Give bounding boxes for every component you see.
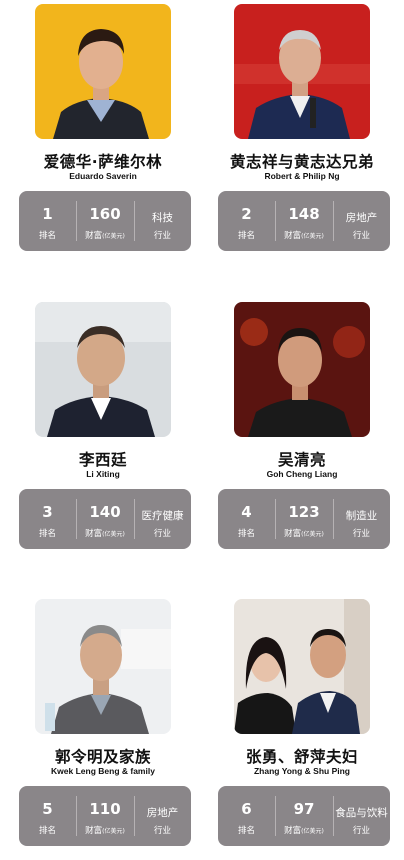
rank-label: 排名 — [38, 529, 56, 539]
stats-panel: 4 排名 123 财富(亿美元) 制造业 行业 — [218, 489, 390, 549]
rank-stat: 4 排名 — [218, 489, 275, 549]
industry-stat: 制造业 行业 — [333, 489, 390, 549]
rank-stat: 2 排名 — [218, 191, 275, 251]
industry-stat: 房地产 行业 — [333, 191, 390, 251]
name-chinese: 郭令明及家族 — [54, 748, 151, 766]
industry-value: 房地产 — [146, 807, 179, 819]
portrait-photo — [35, 599, 171, 734]
rank-label: 排名 — [38, 826, 56, 836]
industry-value: 医疗健康 — [141, 510, 184, 522]
portrait-photo — [234, 599, 370, 734]
rank-value: 1 — [42, 205, 53, 223]
industry-stat: 食品与饮料 行业 — [333, 786, 390, 846]
rank-label: 排名 — [237, 529, 255, 539]
industry-label: 行业 — [153, 826, 171, 836]
name-english: Zhang Yong & Shu Ping — [253, 766, 350, 776]
wealth-stat: 97 财富(亿美元) — [275, 786, 333, 846]
name-chinese: 爱德华·萨维尔林 — [43, 153, 163, 171]
rank-label: 排名 — [237, 231, 255, 241]
industry-label: 行业 — [153, 529, 171, 539]
wealth-stat: 160 财富(亿美元) — [76, 191, 134, 251]
stats-panel: 3 排名 140 财富(亿美元) 医疗健康 行业 — [19, 489, 191, 549]
name-english: Robert & Philip Ng — [264, 171, 340, 181]
wealth-value: 97 — [293, 800, 315, 818]
rank-value: 4 — [241, 503, 252, 521]
wealth-label: 财富(亿美元) — [85, 231, 125, 241]
name-chinese: 李西廷 — [78, 451, 127, 469]
industry-value: 科技 — [152, 212, 173, 224]
industry-value: 食品与饮料 — [335, 807, 388, 819]
industry-stat: 科技 行业 — [134, 191, 191, 251]
industry-value: 房地产 — [345, 212, 378, 224]
rank-value: 2 — [241, 205, 252, 223]
rank-label: 排名 — [237, 826, 255, 836]
wealth-stat: 123 财富(亿美元) — [275, 489, 333, 549]
name-chinese: 吴清亮 — [277, 451, 326, 469]
industry-label: 行业 — [352, 529, 370, 539]
stats-panel: 5 排名 110 财富(亿美元) 房地产 行业 — [19, 786, 191, 846]
rank-label: 排名 — [38, 231, 56, 241]
industry-label: 行业 — [153, 231, 171, 241]
stats-panel: 2 排名 148 财富(亿美元) 房地产 行业 — [218, 191, 390, 251]
rank-value: 5 — [42, 800, 53, 818]
name-english: Eduardo Saverin — [69, 171, 137, 181]
rank-value: 6 — [241, 800, 252, 818]
wealth-label: 财富(亿美元) — [284, 826, 324, 836]
wealth-label: 财富(亿美元) — [85, 826, 125, 836]
name-english: Kwek Leng Beng & family — [51, 766, 155, 776]
rank-stat: 6 排名 — [218, 786, 275, 846]
rank-value: 3 — [42, 503, 53, 521]
wealth-value: 123 — [288, 503, 320, 521]
rank-stat: 3 排名 — [19, 489, 76, 549]
portrait-photo — [234, 4, 370, 139]
industry-stat: 医疗健康 行业 — [134, 489, 191, 549]
wealth-stat: 110 财富(亿美元) — [76, 786, 134, 846]
wealth-label: 财富(亿美元) — [85, 529, 125, 539]
industry-label: 行业 — [352, 826, 370, 836]
portrait-photo — [35, 302, 171, 437]
industry-value: 制造业 — [345, 510, 378, 522]
name-english: Goh Cheng Liang — [266, 469, 338, 479]
portrait-photo — [35, 4, 171, 139]
name-chinese: 张勇、舒萍夫妇 — [245, 748, 358, 766]
wealth-label: 财富(亿美元) — [284, 529, 324, 539]
wealth-value: 110 — [89, 800, 121, 818]
stats-panel: 1 排名 160 财富(亿美元) 科技 行业 — [19, 191, 191, 251]
rank-stat: 5 排名 — [19, 786, 76, 846]
wealth-value: 140 — [89, 503, 121, 521]
wealth-stat: 148 财富(亿美元) — [275, 191, 333, 251]
stats-panel: 6 排名 97 财富(亿美元) 食品与饮料 行业 — [218, 786, 390, 846]
name-chinese: 黄志祥与黄志达兄弟 — [229, 153, 374, 171]
industry-label: 行业 — [352, 231, 370, 241]
industry-stat: 房地产 行业 — [134, 786, 191, 846]
wealth-label: 财富(亿美元) — [284, 231, 324, 241]
wealth-value: 160 — [89, 205, 121, 223]
name-english: Li Xiting — [86, 469, 120, 479]
wealth-stat: 140 财富(亿美元) — [76, 489, 134, 549]
wealth-value: 148 — [288, 205, 320, 223]
portrait-photo — [234, 302, 370, 437]
rank-stat: 1 排名 — [19, 191, 76, 251]
